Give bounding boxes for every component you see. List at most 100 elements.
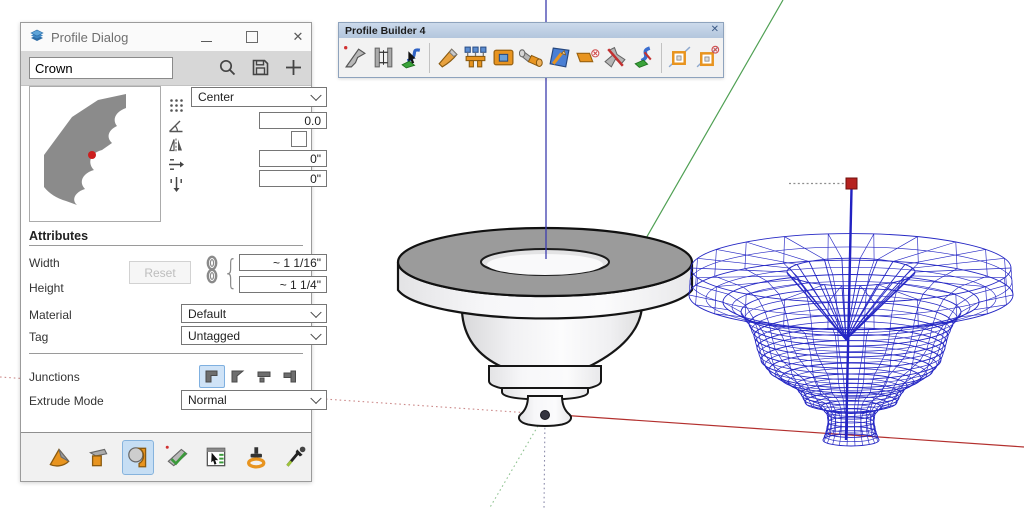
anchor-position-dropdown[interactable]: Center [191, 87, 327, 107]
extrude-mode-label: Extrude Mode [29, 394, 104, 408]
height-value-input[interactable] [239, 276, 327, 293]
draw-profile-button[interactable] [342, 44, 369, 71]
junction-bevel-button[interactable] [225, 365, 251, 388]
anchor-point-dot [88, 151, 96, 159]
junctions-label: Junctions [29, 370, 80, 384]
assemble-profiles-button[interactable] [462, 44, 489, 71]
tag-dropdown[interactable]: Untagged [181, 326, 327, 345]
edit-profile-button[interactable] [546, 44, 573, 71]
revolve-profile-button[interactable] [122, 440, 154, 475]
save-profile-button[interactable] [248, 55, 272, 79]
material-dropdown[interactable]: Default [181, 304, 327, 323]
material-value: Default [188, 307, 226, 321]
junction-bevel-icon [230, 369, 246, 384]
close-button[interactable]: ✕ [289, 28, 307, 46]
reset-button[interactable]: Reset [129, 261, 191, 284]
minimize-button[interactable] [197, 28, 215, 46]
material-label: Material [29, 308, 72, 322]
select-path-icon [399, 45, 424, 70]
eyedropper-icon [282, 444, 308, 470]
toolbar-close-button[interactable]: ✕ [711, 24, 719, 35]
profile-name-bar [21, 51, 311, 86]
revolve-profile-icon [125, 444, 151, 470]
vertical-offset-icon [167, 176, 185, 193]
assemble-icon [463, 45, 488, 70]
mirror-checkbox[interactable] [291, 131, 307, 147]
solid-box-icon [491, 45, 516, 70]
attributes-heading: Attributes [29, 229, 88, 243]
solid-box-button[interactable] [490, 44, 517, 71]
hole-punch-remove-button[interactable] [694, 44, 721, 71]
extrude-mode-dropdown[interactable]: Normal [181, 390, 327, 410]
select-profile-path-button[interactable] [398, 44, 425, 71]
junction-butt-button[interactable] [251, 365, 277, 388]
build-profile-icon [46, 444, 72, 470]
extrude-mode-value: Normal [188, 393, 227, 407]
extrude-profile-button[interactable] [434, 44, 461, 71]
plus-icon [284, 58, 303, 77]
dialog-body: Center Attributes Width Reset { Height M… [21, 85, 311, 432]
toolbar-icon-row [339, 38, 723, 77]
extrude-profile-icon [435, 45, 460, 70]
profile-dialog-window: Profile Dialog ✕ [20, 22, 312, 482]
profile-member-icon [371, 45, 396, 70]
junction-extend-icon [282, 369, 298, 384]
link-dimensions-icon[interactable] [205, 255, 219, 290]
profile-name-input[interactable] [29, 57, 173, 79]
profile-stamper-icon [243, 444, 269, 470]
junction-butt-icon [256, 369, 272, 384]
offset-y-input[interactable] [259, 170, 327, 187]
dialog-titlebar[interactable]: Profile Dialog ✕ [21, 23, 311, 52]
origin-endpoint [541, 411, 550, 420]
trim-to-solid-button[interactable] [602, 44, 629, 71]
edit-profile-icon [547, 45, 572, 70]
solid-cylinders-icon [519, 45, 544, 70]
junction-extend-button[interactable] [277, 365, 303, 388]
profile-preview[interactable] [29, 86, 161, 222]
horizontal-offset-icon [167, 156, 185, 173]
remove-profile-button[interactable] [574, 44, 601, 71]
toolbar-separator [661, 43, 662, 73]
search-profile-button[interactable] [215, 55, 239, 79]
toolbar-title: Profile Builder 4 [345, 25, 426, 37]
quantifier-icon [203, 444, 229, 470]
dialog-title: Profile Dialog [51, 30, 128, 45]
hole-punch-button[interactable] [666, 44, 693, 71]
solid-cylinders-button[interactable] [518, 44, 545, 71]
build-assembly-button[interactable] [82, 440, 114, 475]
quantifier-button[interactable] [200, 440, 232, 475]
tag-label: Tag [29, 330, 48, 344]
anchor-position-value: Center [198, 90, 234, 104]
profile-eyedropper-button[interactable] [279, 440, 311, 475]
build-profile-button[interactable] [43, 440, 75, 475]
maximize-button[interactable] [243, 28, 261, 46]
width-value-input[interactable] [239, 254, 327, 271]
crown-profile-thumbnail [30, 87, 158, 219]
profile-builder-toolbar: Profile Builder 4 ✕ [338, 22, 724, 78]
revolve-path-icon [631, 45, 656, 70]
profile-builder-app-icon [29, 29, 45, 45]
dialog-tool-row [21, 432, 311, 481]
chevron-down-icon [310, 328, 321, 339]
revolve-path-button[interactable] [630, 44, 657, 71]
junction-miter-icon [204, 369, 220, 384]
anchor-grid-picker[interactable] [167, 97, 185, 114]
junction-miter-button[interactable] [199, 365, 225, 388]
search-icon [218, 58, 237, 77]
mirror-flip-icon [167, 136, 185, 153]
profile-member-button[interactable] [370, 44, 397, 71]
rotation-input[interactable] [259, 112, 327, 129]
smart-path-select-button[interactable] [161, 440, 193, 475]
remove-profile-icon [575, 45, 600, 70]
save-icon [251, 58, 270, 77]
offset-x-input[interactable] [259, 150, 327, 167]
chevron-down-icon [310, 306, 321, 317]
profile-stamper-button[interactable] [239, 440, 271, 475]
new-profile-button[interactable] [281, 55, 305, 79]
selection-marker[interactable] [789, 178, 857, 440]
toolbar-titlebar[interactable]: Profile Builder 4 ✕ [339, 23, 723, 38]
red-endpoint-handle [846, 178, 857, 189]
height-label: Height [29, 281, 64, 295]
draw-profile-icon [343, 45, 368, 70]
rotation-angle-icon [167, 117, 185, 134]
